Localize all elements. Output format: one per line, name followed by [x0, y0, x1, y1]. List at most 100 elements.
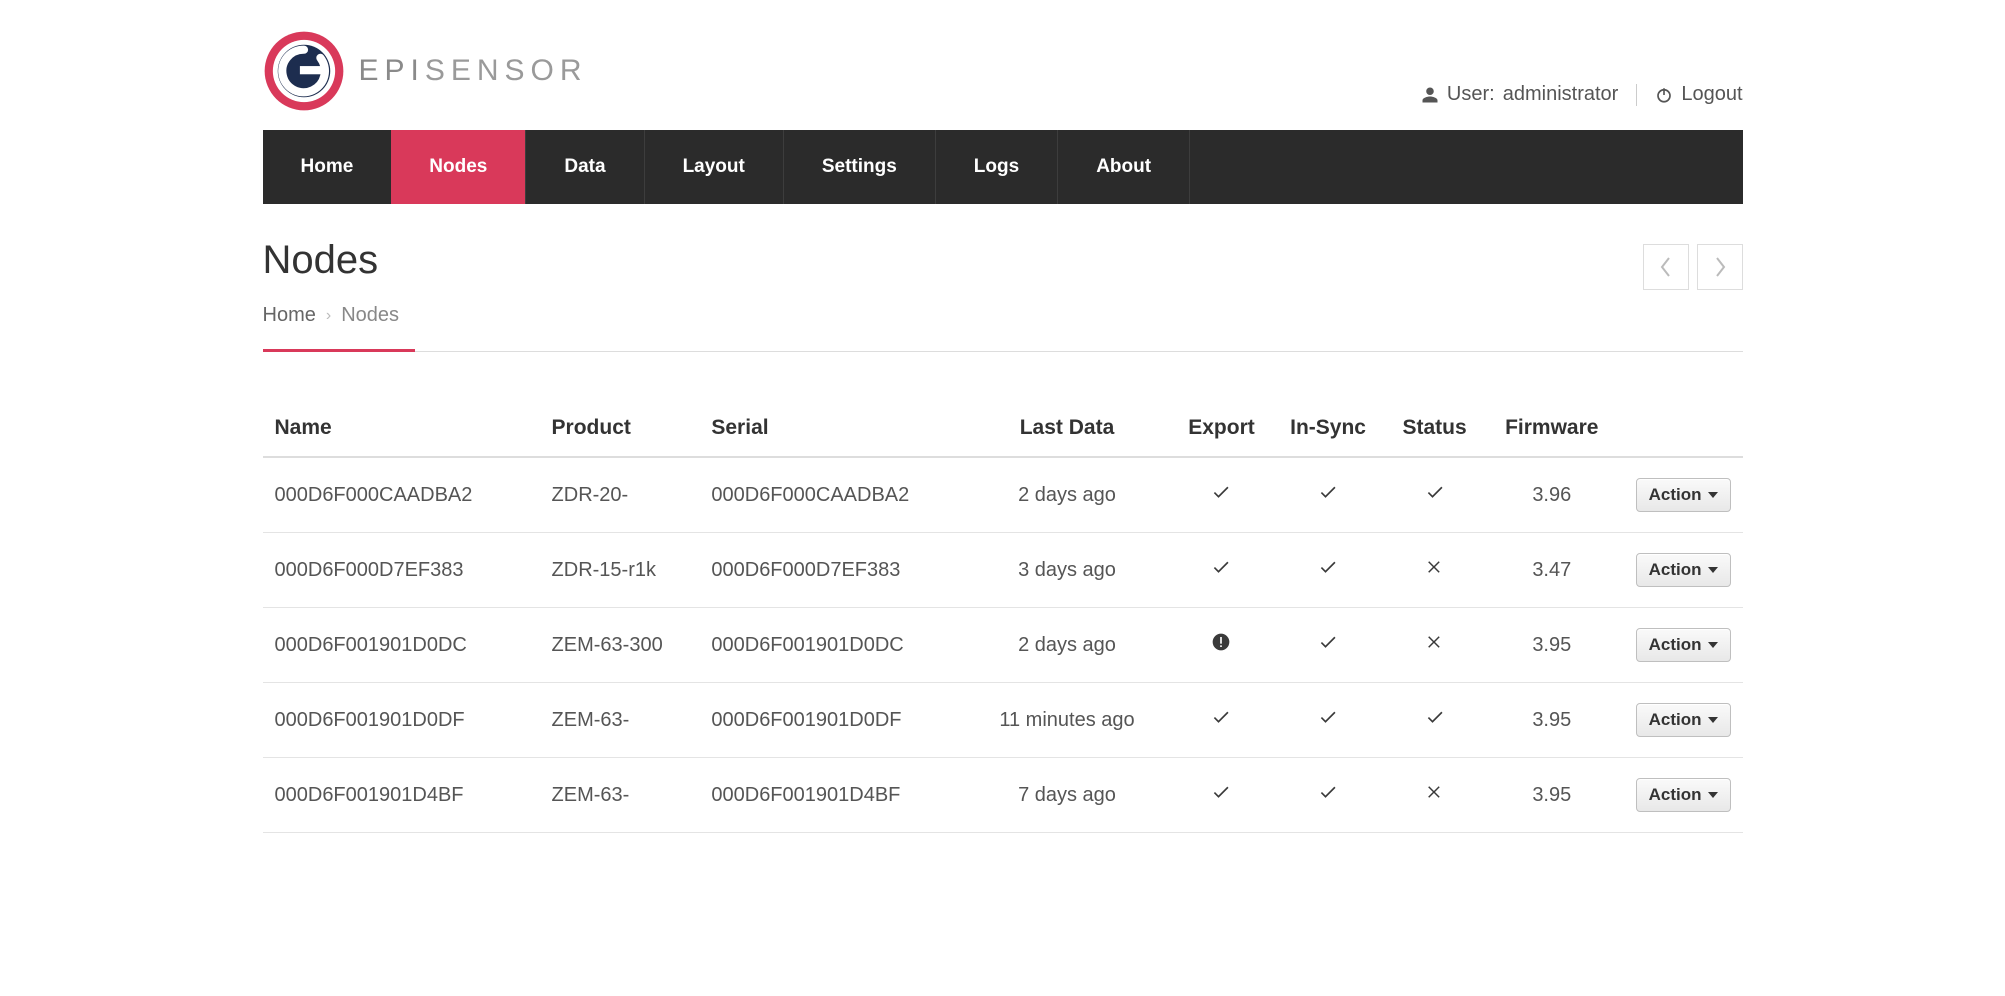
th-last-data[interactable]: Last Data [966, 400, 1168, 457]
nav-item-layout[interactable]: Layout [645, 130, 784, 204]
chevron-left-icon [1659, 256, 1673, 278]
nav-item-nodes[interactable]: Nodes [391, 130, 526, 204]
action-button[interactable]: Action [1636, 778, 1731, 812]
table-row: 000D6F000D7EF383ZDR-15-r1k000D6F000D7EF3… [263, 533, 1743, 608]
cell-product: ZEM-63-300 [540, 608, 700, 683]
logo-icon [263, 30, 345, 112]
check-icon [1211, 707, 1231, 727]
table-row: 000D6F001901D4BFZEM-63-000D6F001901D4BF7… [263, 758, 1743, 833]
caret-down-icon [1708, 642, 1718, 648]
user-icon [1421, 86, 1439, 104]
nav-item-home[interactable]: Home [263, 130, 392, 204]
cell-last-data: 11 minutes ago [966, 683, 1168, 758]
cell-status [1381, 683, 1488, 758]
pager [1643, 244, 1743, 290]
cell-serial: 000D6F000D7EF383 [699, 533, 965, 608]
action-button[interactable]: Action [1636, 703, 1731, 737]
user-label: User: [1447, 83, 1495, 106]
cell-in-sync [1275, 683, 1382, 758]
cell-name[interactable]: 000D6F001901D0DF [263, 683, 540, 758]
breadcrumb-home[interactable]: Home [263, 304, 316, 327]
nav-item-data[interactable]: Data [526, 130, 644, 204]
brand-logo[interactable]: EPISENSOR [263, 30, 588, 112]
power-icon [1655, 86, 1673, 104]
cell-product: ZEM-63- [540, 683, 700, 758]
cell-firmware: 3.96 [1488, 457, 1616, 533]
cell-serial: 000D6F001901D0DF [699, 683, 965, 758]
check-icon [1318, 482, 1338, 502]
pager-prev-button[interactable] [1643, 244, 1689, 290]
cell-firmware: 3.95 [1488, 683, 1616, 758]
check-icon [1318, 782, 1338, 802]
caret-down-icon [1708, 567, 1718, 573]
logout-link[interactable]: Logout [1655, 83, 1742, 106]
main-nav: HomeNodesDataLayoutSettingsLogsAbout [263, 130, 1743, 204]
divider [1636, 84, 1637, 106]
th-in-sync[interactable]: In-Sync [1275, 400, 1382, 457]
chevron-right-icon [1713, 256, 1727, 278]
th-name[interactable]: Name [263, 400, 540, 457]
check-icon [1211, 482, 1231, 502]
cell-serial: 000D6F001901D4BF [699, 758, 965, 833]
cell-last-data: 7 days ago [966, 758, 1168, 833]
breadcrumb: Home › Nodes [263, 304, 1743, 327]
check-icon [1211, 782, 1231, 802]
caret-down-icon [1708, 717, 1718, 723]
table-row: 000D6F000CAADBA2ZDR-20-000D6F000CAADBA22… [263, 457, 1743, 533]
nav-item-logs[interactable]: Logs [936, 130, 1058, 204]
header: EPISENSOR User: administrator Logout [263, 0, 1743, 130]
nodes-table: Name Product Serial Last Data Export In-… [263, 400, 1743, 833]
cell-product: ZEM-63- [540, 758, 700, 833]
cell-name[interactable]: 000D6F001901D0DC [263, 608, 540, 683]
cell-status [1381, 608, 1488, 683]
th-export[interactable]: Export [1168, 400, 1275, 457]
pager-next-button[interactable] [1697, 244, 1743, 290]
cell-last-data: 3 days ago [966, 533, 1168, 608]
th-status[interactable]: Status [1381, 400, 1488, 457]
action-button[interactable]: Action [1636, 478, 1731, 512]
cell-firmware: 3.95 [1488, 758, 1616, 833]
cell-status [1381, 758, 1488, 833]
warning-icon [1211, 632, 1231, 652]
cell-export [1168, 533, 1275, 608]
nav-item-settings[interactable]: Settings [784, 130, 936, 204]
action-button[interactable]: Action [1636, 628, 1731, 662]
title-underline [263, 351, 1743, 352]
nav-item-about[interactable]: About [1058, 130, 1190, 204]
user-info: User: administrator [1421, 83, 1618, 106]
cell-export [1168, 683, 1275, 758]
breadcrumb-current: Nodes [341, 304, 399, 327]
cell-export [1168, 758, 1275, 833]
breadcrumb-separator: › [326, 307, 331, 325]
cell-serial: 000D6F000CAADBA2 [699, 457, 965, 533]
check-icon [1318, 707, 1338, 727]
table-row: 000D6F001901D0DFZEM-63-000D6F001901D0DF1… [263, 683, 1743, 758]
cell-in-sync [1275, 758, 1382, 833]
cell-export [1168, 457, 1275, 533]
cell-serial: 000D6F001901D0DC [699, 608, 965, 683]
caret-down-icon [1708, 492, 1718, 498]
cell-name[interactable]: 000D6F000CAADBA2 [263, 457, 540, 533]
cross-icon [1426, 783, 1444, 801]
cell-last-data: 2 days ago [966, 457, 1168, 533]
cell-last-data: 2 days ago [966, 608, 1168, 683]
cell-in-sync [1275, 608, 1382, 683]
th-serial[interactable]: Serial [699, 400, 965, 457]
cell-export [1168, 608, 1275, 683]
check-icon [1425, 707, 1445, 727]
check-icon [1318, 632, 1338, 652]
cell-name[interactable]: 000D6F000D7EF383 [263, 533, 540, 608]
th-firmware[interactable]: Firmware [1488, 400, 1616, 457]
cell-firmware: 3.95 [1488, 608, 1616, 683]
logo-text: EPISENSOR [359, 54, 588, 88]
cell-status [1381, 533, 1488, 608]
th-product[interactable]: Product [540, 400, 700, 457]
action-button[interactable]: Action [1636, 553, 1731, 587]
check-icon [1318, 557, 1338, 577]
cell-in-sync [1275, 457, 1382, 533]
check-icon [1425, 482, 1445, 502]
cell-product: ZDR-15-r1k [540, 533, 700, 608]
cell-name[interactable]: 000D6F001901D4BF [263, 758, 540, 833]
cross-icon [1426, 558, 1444, 576]
page-title: Nodes [263, 238, 379, 283]
